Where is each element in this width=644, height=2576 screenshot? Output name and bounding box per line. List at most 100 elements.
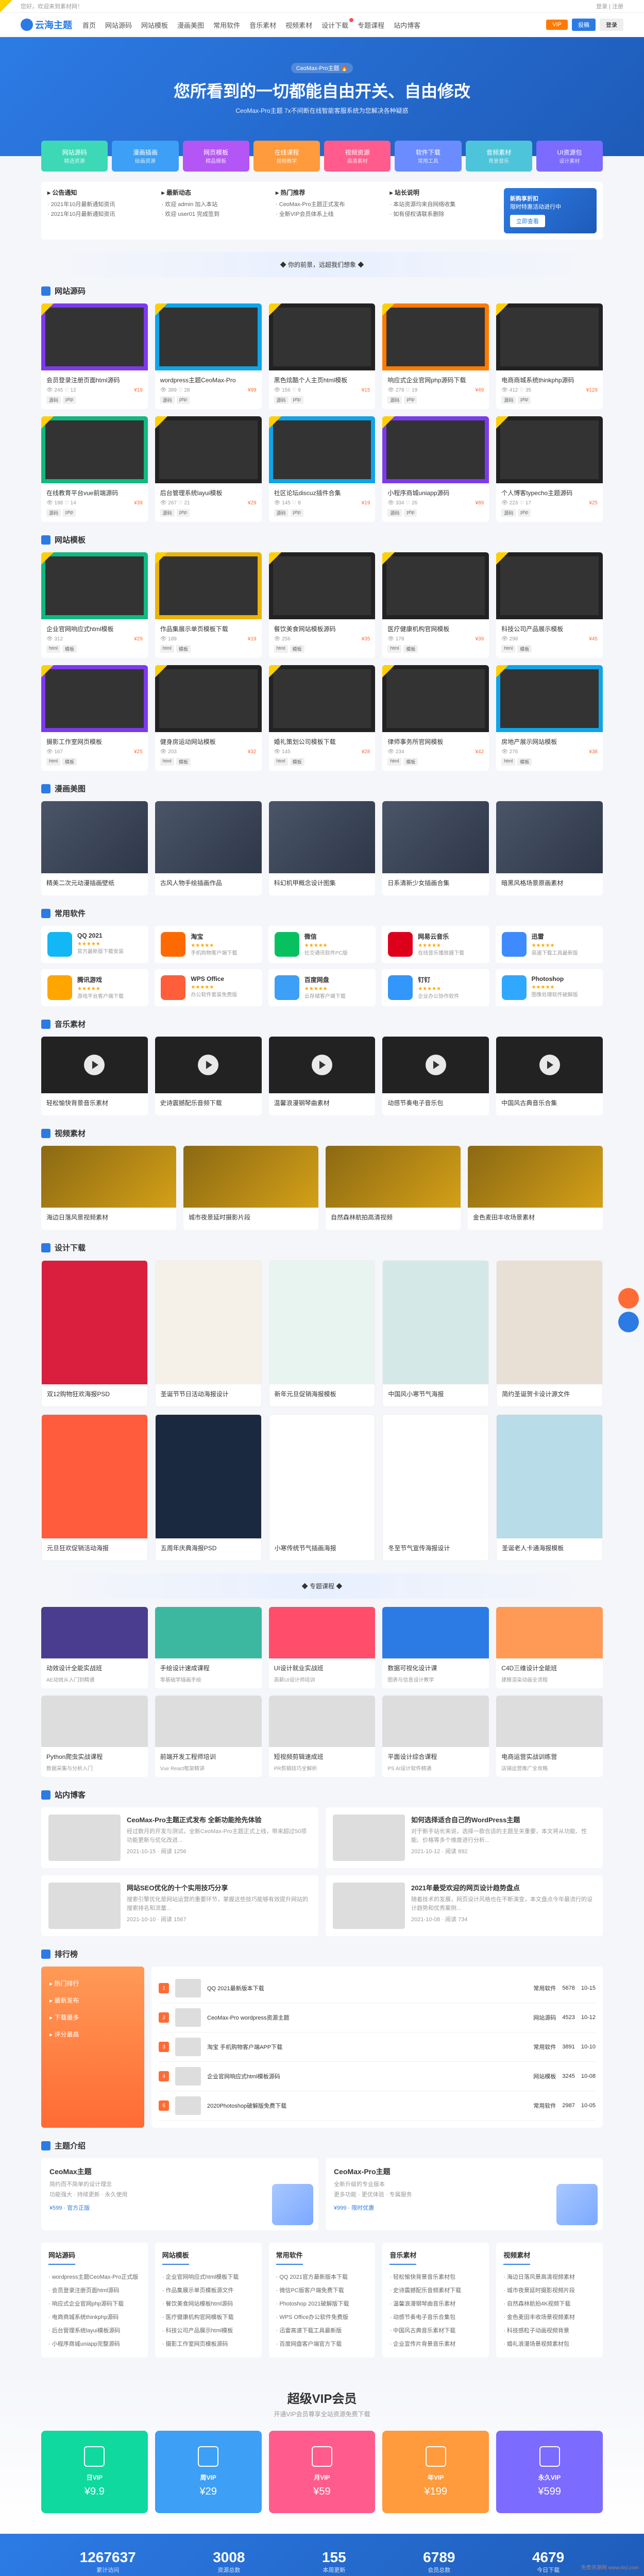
- link-item[interactable]: · QQ 2021官方最新版本下载: [276, 2270, 368, 2283]
- play-icon[interactable]: [426, 1055, 446, 1075]
- course-card[interactable]: 前端开发工程师培训Vue React框架精讲: [155, 1696, 262, 1777]
- rank-row[interactable]: 1QQ 2021最新版本下载常用软件567810-15: [159, 1974, 596, 2003]
- link-item[interactable]: · 科技感粒子动画视频背景: [503, 2324, 596, 2337]
- play-icon[interactable]: [84, 1055, 105, 1075]
- template-card[interactable]: 律师事务所官网模板👁 234¥42html模板: [382, 665, 489, 771]
- link-item[interactable]: · Photoshop 2021破解版下载: [276, 2297, 368, 2310]
- psd-card[interactable]: 小寒传统节气插画海报: [269, 1414, 376, 1561]
- tag[interactable]: 源码: [46, 396, 61, 404]
- link-item[interactable]: · 金色麦田丰收场景视频素材: [503, 2310, 596, 2324]
- source-card[interactable]: 后台管理系统layui模板👁 267 ♡ 21¥29源码php: [155, 416, 262, 522]
- tag[interactable]: 模板: [290, 645, 304, 653]
- notice-item[interactable]: · 本站资源均来自网络收集: [390, 200, 498, 208]
- source-card[interactable]: 电商商城系统thinkphp源码👁 412 ♡ 35¥129源码php: [496, 303, 603, 409]
- psd-card[interactable]: 圣诞节节日活动海报设计: [155, 1260, 262, 1407]
- theme-card[interactable]: CeoMax-Pro主题全新升级的专业版本更多功能 · 更优体验 · 专属服务¥…: [326, 2158, 603, 2230]
- software-card[interactable]: 腾讯游戏★★★★★游戏平台客户端下载: [41, 969, 148, 1006]
- tag[interactable]: 模板: [62, 645, 77, 653]
- tag[interactable]: 模板: [517, 645, 532, 653]
- psd-card[interactable]: 冬至节气宣传海报设计: [382, 1414, 489, 1561]
- software-card[interactable]: 百度网盘★★★★★云存储客户端下载: [268, 969, 376, 1006]
- course-card[interactable]: 平面设计综合课程PS AI设计软件精通: [382, 1696, 489, 1777]
- psd-card[interactable]: 双12购物狂欢海报PSD: [41, 1260, 148, 1407]
- tag[interactable]: php: [291, 396, 303, 404]
- vip-card[interactable]: 月VIP¥59: [269, 2431, 376, 2513]
- tag[interactable]: php: [177, 396, 190, 404]
- link-item[interactable]: · 餐饮美食网站模板html源码: [162, 2297, 255, 2310]
- nav-item[interactable]: 音乐素材: [249, 20, 276, 30]
- tag[interactable]: 模板: [176, 758, 191, 766]
- tag[interactable]: html: [274, 645, 288, 653]
- link-item[interactable]: · 响应式企业官网php源码下载: [48, 2297, 141, 2310]
- tag[interactable]: html: [46, 758, 60, 766]
- category-tab[interactable]: UI资源包设计素材: [536, 141, 603, 172]
- music-card[interactable]: 动感节奏电子音乐包: [382, 1037, 489, 1115]
- login-button[interactable]: 登录: [600, 19, 623, 31]
- category-tab[interactable]: 在线课程视频教学: [253, 141, 320, 172]
- logo[interactable]: 云海主题: [21, 18, 72, 31]
- news-card[interactable]: 网站SEO优化的十个实用技巧分享搜索引擎优化是网站运营的重要环节，掌握这些技巧能…: [41, 1875, 318, 1936]
- category-tab[interactable]: 网站源码精选资源: [41, 141, 108, 172]
- tag[interactable]: php: [291, 509, 303, 517]
- software-card[interactable]: 迅雷★★★★★高速下载工具最新版: [496, 926, 603, 963]
- notice-item[interactable]: · 欢迎 admin 加入本站: [162, 200, 270, 208]
- video-card[interactable]: 海边日落风景视频素材: [41, 1146, 176, 1230]
- tag[interactable]: html: [387, 645, 401, 653]
- psd-card[interactable]: 新年元旦促销海报模板: [269, 1260, 376, 1407]
- tag[interactable]: 源码: [387, 396, 402, 404]
- vip-card[interactable]: 永久VIP¥599: [496, 2431, 603, 2513]
- tag[interactable]: html: [160, 758, 174, 766]
- psd-card[interactable]: 中国风小寒节气海报: [382, 1260, 489, 1407]
- course-card[interactable]: 动效设计全能实战班AE动效从入门到精通: [41, 1607, 148, 1688]
- link-item[interactable]: · 后台管理系统layui模板源码: [48, 2324, 141, 2337]
- template-card[interactable]: 摄影工作室网页模板👁 167¥25html模板: [41, 665, 148, 771]
- theme-card[interactable]: CeoMax主题简约而不简单的设计理念功能强大 · 持续更新 · 永久使用¥59…: [41, 2158, 318, 2230]
- music-card[interactable]: 轻松愉快背景音乐素材: [41, 1037, 148, 1115]
- tag[interactable]: 源码: [274, 396, 289, 404]
- play-icon[interactable]: [198, 1055, 218, 1075]
- nav-item[interactable]: 首页: [82, 20, 96, 30]
- vip-card[interactable]: 年VIP¥199: [382, 2431, 489, 2513]
- template-card[interactable]: 医疗健康机构官网模板👁 178¥39html模板: [382, 552, 489, 658]
- psd-card[interactable]: 圣诞老人卡通海报模板: [496, 1414, 603, 1561]
- gallery-card[interactable]: 日系清新少女插画合集: [382, 801, 489, 895]
- software-card[interactable]: WPS Office★★★★★办公软件套装免费版: [155, 969, 262, 1006]
- software-card[interactable]: Photoshop★★★★★图像处理软件破解版: [496, 969, 603, 1006]
- music-card[interactable]: 中国风古典音乐合集: [496, 1037, 603, 1115]
- link-item[interactable]: · 自然森林航拍4K视频下载: [503, 2297, 596, 2310]
- tag[interactable]: 源码: [501, 509, 516, 517]
- tag[interactable]: php: [177, 509, 190, 517]
- tag[interactable]: 源码: [160, 509, 175, 517]
- link-item[interactable]: · 小程序商城uniapp完整源码: [48, 2337, 141, 2350]
- tag[interactable]: 源码: [46, 509, 61, 517]
- video-card[interactable]: 自然森林航拍高清视频: [326, 1146, 461, 1230]
- software-card[interactable]: 微信★★★★★社交通讯软件PC版: [268, 926, 376, 963]
- rank-row[interactable]: 3淘宝 手机购物客户端APP下载常用软件389110-10: [159, 2032, 596, 2062]
- link-item[interactable]: · 作品集展示单页模板源文件: [162, 2283, 255, 2297]
- link-item[interactable]: · 医疗健康机构官网模板下载: [162, 2310, 255, 2324]
- tag[interactable]: 模板: [403, 758, 418, 766]
- source-card[interactable]: 在线教育平台vue前端源码👁 198 ♡ 14¥39源码php: [41, 416, 148, 522]
- tag[interactable]: html: [501, 758, 515, 766]
- template-card[interactable]: 企业官网响应式html模板👁 312¥29html模板: [41, 552, 148, 658]
- source-card[interactable]: 社区论坛discuz插件合集👁 145 ♡ 8¥19源码php: [269, 416, 376, 522]
- link-item[interactable]: · wordpress主题CeoMax-Pro正式版: [48, 2270, 141, 2283]
- software-card[interactable]: 网易云音乐★★★★★在线音乐播放器下载: [382, 926, 489, 963]
- link-item[interactable]: · 会员登录注册页面html源码: [48, 2283, 141, 2297]
- music-card[interactable]: 温馨浪漫钢琴曲素材: [269, 1037, 376, 1115]
- software-card[interactable]: 钉钉★★★★★企业办公协作软件: [382, 969, 489, 1006]
- notice-item[interactable]: · CeoMax-Pro主题正式发布: [276, 200, 384, 208]
- tag[interactable]: html: [274, 758, 288, 766]
- link-item[interactable]: · 婚礼浪漫场景视频素材包: [503, 2337, 596, 2350]
- category-tab[interactable]: 漫画插画绘画资源: [112, 141, 178, 172]
- float-service-icon[interactable]: [618, 1312, 639, 1332]
- course-card[interactable]: Python爬虫实战课程数据采集与分析入门: [41, 1696, 148, 1777]
- course-card[interactable]: 手绘设计速成课程零基础学插画手绘: [155, 1607, 262, 1688]
- tag[interactable]: html: [160, 645, 174, 653]
- tag[interactable]: 源码: [501, 396, 516, 404]
- category-tab[interactable]: 软件下载常用工具: [395, 141, 461, 172]
- template-card[interactable]: 科技公司产品展示模板👁 298¥45html模板: [496, 552, 603, 658]
- notice-item[interactable]: · 欢迎 user01 完成签到: [162, 210, 270, 218]
- template-card[interactable]: 健身房运动网站模板👁 203¥32html模板: [155, 665, 262, 771]
- tag[interactable]: php: [404, 396, 417, 404]
